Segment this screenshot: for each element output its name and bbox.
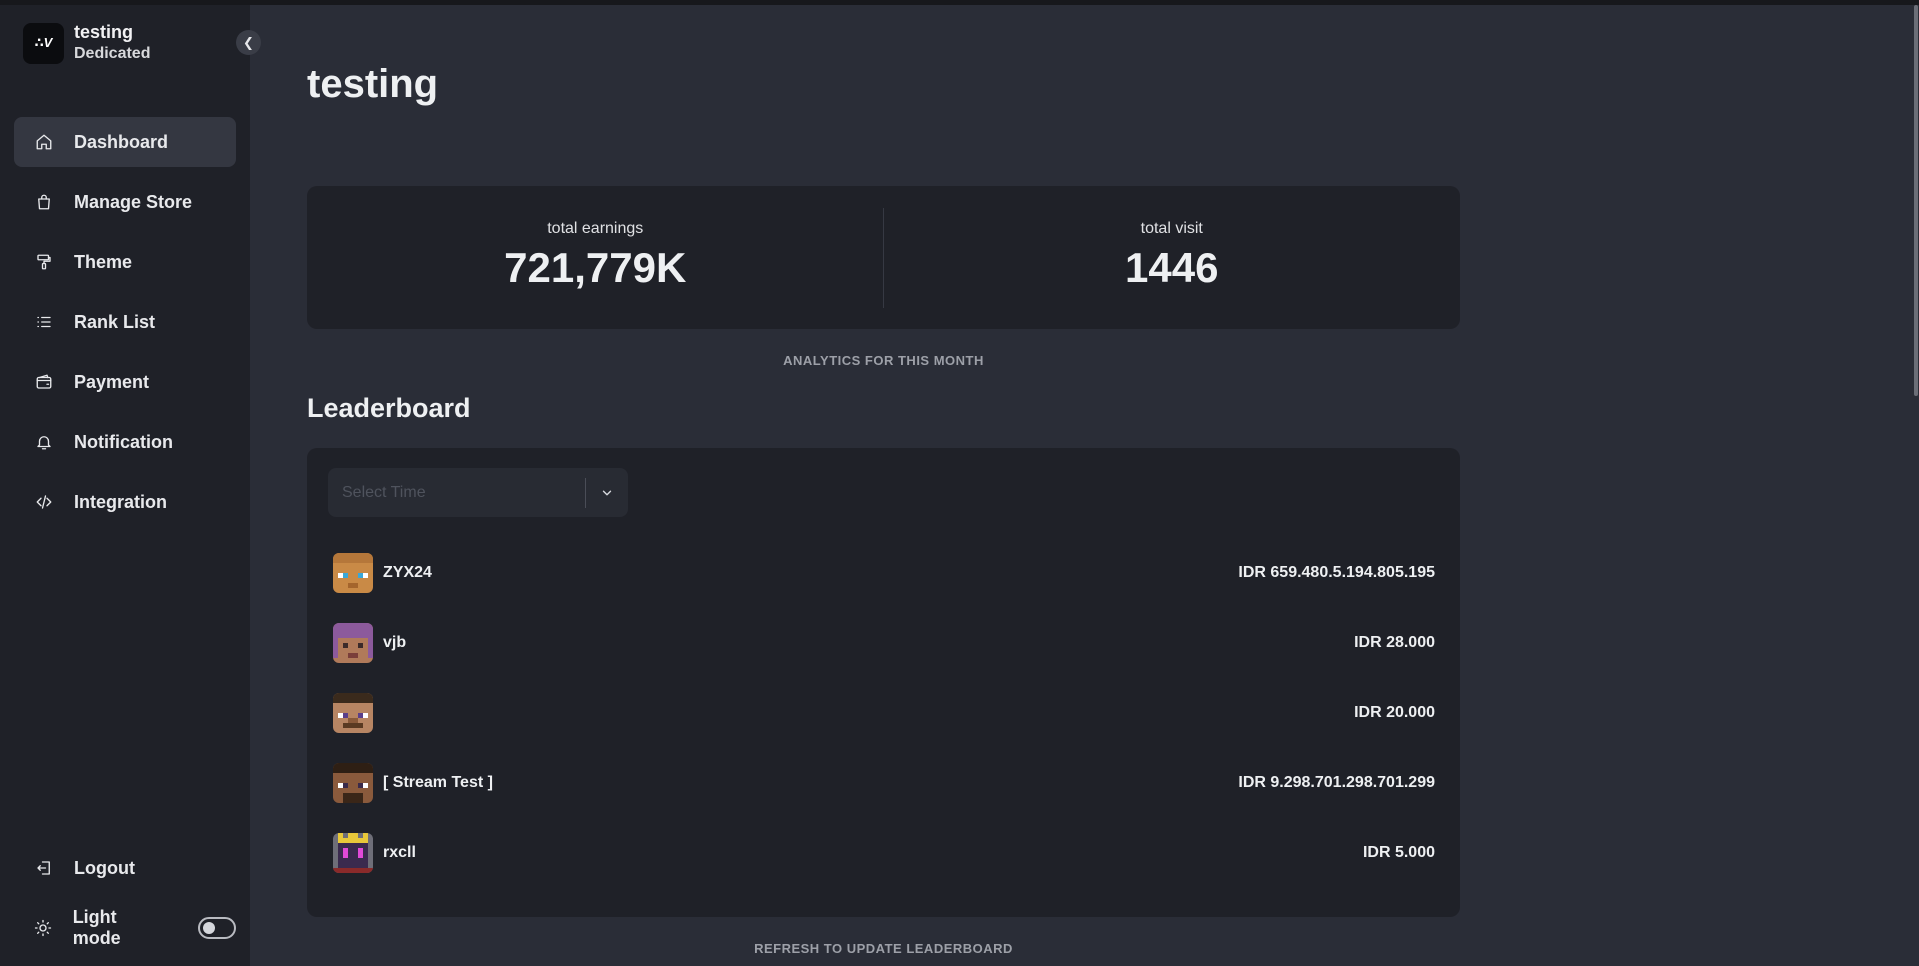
select-time-dropdown[interactable]: Select Time [328, 468, 628, 517]
brand[interactable]: ∴V testing Dedicated [23, 21, 150, 65]
stat-label: total visit [1140, 220, 1203, 237]
select-placeholder: Select Time [342, 483, 426, 501]
player-name: [ Stream Test ] [383, 774, 493, 791]
store-name: testing [74, 22, 134, 42]
player-amount: IDR 9.298.701.298.701.299 [1238, 774, 1435, 791]
brand-logo: ∴V [23, 22, 64, 64]
sidebar-bottom: Logout Light mode [14, 843, 236, 963]
leaderboard-list: ZYX24 IDR 659.480.5.194.805.195 vjb IDR … [333, 553, 1435, 903]
stat-label: total earnings [547, 220, 644, 237]
brand-text: testing Dedicated [74, 21, 150, 65]
list-icon [34, 312, 54, 332]
player-name: vjb [383, 634, 407, 651]
stat-divider [883, 208, 884, 308]
bell-icon [34, 432, 54, 452]
scrollbar-thumb[interactable] [1914, 5, 1918, 396]
leaderboard-row: rxcll IDR 5.000 [333, 833, 1435, 873]
leaderboard-title: Leaderboard [307, 393, 471, 423]
code-icon [34, 492, 54, 512]
page-title: testing [307, 62, 439, 106]
collapse-sidebar-button[interactable]: ❮ [236, 30, 261, 55]
stat-total-visit: total visit 1446 [884, 186, 1461, 329]
sidebar-item-integration[interactable]: Integration [14, 477, 236, 527]
chevron-left-icon: ❮ [243, 34, 254, 50]
light-mode-toggle[interactable] [198, 917, 236, 939]
refresh-caption: REFRESH TO UPDATE LEADERBOARD [754, 941, 1013, 956]
sidebar-item-notification[interactable]: Notification [14, 417, 236, 467]
analytics-caption: ANALYTICS FOR THIS MONTH [783, 353, 984, 368]
player-amount: IDR 20.000 [1354, 704, 1435, 721]
stat-value: 721,779K [504, 244, 687, 291]
toggle-knob [203, 922, 216, 934]
player-name: ZYX24 [383, 564, 432, 581]
sidebar-nav: Dashboard Manage Store Theme Rank List P… [14, 117, 236, 537]
logout-icon [34, 858, 54, 878]
sidebar-item-rank-list[interactable]: Rank List [14, 297, 236, 347]
store-plan: Dedicated [74, 45, 151, 62]
sidebar-item-label: Notification [74, 431, 173, 452]
stat-value: 1446 [1125, 244, 1219, 291]
leaderboard-row: vjb IDR 28.000 [333, 623, 1435, 663]
stats-card: total earnings 721,779K total visit 1446 [307, 186, 1460, 329]
player-avatar [333, 833, 373, 873]
sidebar-item-label: Integration [74, 491, 167, 512]
sidebar-item-label: Payment [74, 371, 150, 392]
home-icon [34, 132, 54, 152]
sidebar-item-theme[interactable]: Theme [14, 237, 236, 287]
sidebar-item-label: Rank List [74, 311, 156, 332]
stat-total-earnings: total earnings 721,779K [307, 186, 884, 329]
chevron-down-icon[interactable] [586, 486, 628, 500]
sidebar: ∴V testing Dedicated Dashboard Manage St… [0, 0, 250, 966]
paint-roller-icon [34, 252, 54, 272]
wallet-icon [34, 372, 54, 392]
leaderboard-card: Select Time ZYX24 IDR 659.480.5.194.805.… [307, 448, 1460, 917]
logout-label: Logout [74, 857, 135, 878]
sidebar-item-label: Theme [74, 251, 133, 272]
logout-button[interactable]: Logout [14, 843, 236, 893]
player-avatar [333, 623, 373, 663]
player-avatar [333, 693, 373, 733]
window-top-border [0, 0, 1919, 5]
player-amount: IDR 28.000 [1354, 634, 1435, 651]
shopping-bag-icon [34, 192, 54, 212]
sidebar-item-label: Dashboard [74, 131, 169, 152]
player-amount: IDR 659.480.5.194.805.195 [1238, 564, 1435, 581]
sidebar-item-dashboard[interactable]: Dashboard [14, 117, 236, 167]
sidebar-item-label: Manage Store [74, 191, 193, 212]
player-avatar [333, 763, 373, 803]
player-name: rxcll [383, 844, 416, 861]
light-mode-label: Light mode [72, 907, 121, 948]
sun-icon [34, 918, 53, 938]
player-avatar [333, 553, 373, 593]
sidebar-item-manage-store[interactable]: Manage Store [14, 177, 236, 227]
leaderboard-row: ZYX24 IDR 659.480.5.194.805.195 [333, 553, 1435, 593]
leaderboard-row: [ Stream Test ] IDR 9.298.701.298.701.29… [333, 763, 1435, 803]
leaderboard-row: IDR 20.000 [333, 693, 1435, 733]
sidebar-item-payment[interactable]: Payment [14, 357, 236, 407]
light-mode-row: Light mode [14, 903, 236, 953]
player-amount: IDR 5.000 [1362, 844, 1435, 861]
